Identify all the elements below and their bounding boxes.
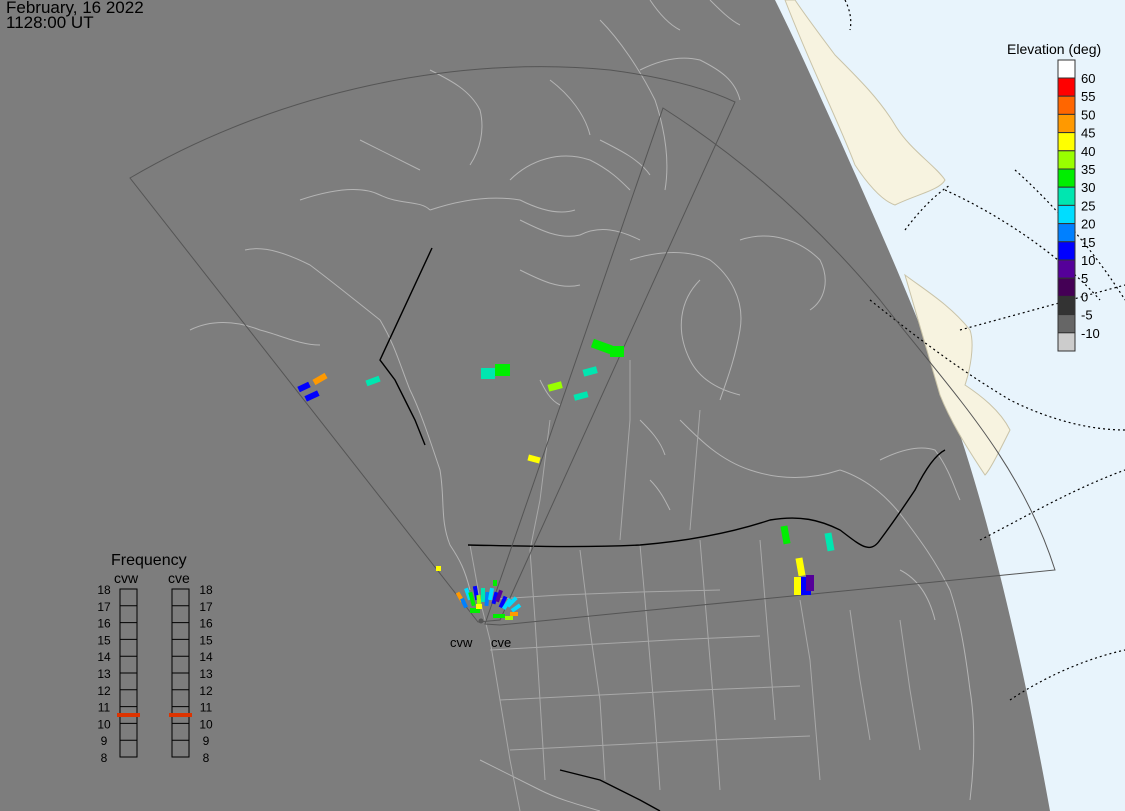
freq-tick-label-left: 12 <box>97 684 111 698</box>
echo-cell <box>312 372 328 386</box>
elevation-swatch <box>1057 150 1076 170</box>
elevation-swatch <box>1057 314 1076 334</box>
freq-tick-label-left: 16 <box>97 617 111 631</box>
elevation-tick-label: 55 <box>1081 89 1095 104</box>
elevation-tick-label: 40 <box>1081 144 1095 159</box>
frequency-legend-title: Frequency <box>111 552 187 569</box>
elevation-tick-label: 25 <box>1081 198 1095 213</box>
country-borders <box>379 247 946 811</box>
freq-marker-cvw <box>117 713 140 717</box>
radar-sites: cvw cve <box>450 618 511 650</box>
freq-tick-label-left: 11 <box>98 701 111 715</box>
freq-tick-label-right: 10 <box>199 717 213 731</box>
freq-tick-label-right: 16 <box>199 617 213 631</box>
elevation-tick-label: 45 <box>1081 126 1095 141</box>
echo-cell <box>824 532 835 552</box>
echo-cell <box>610 346 624 357</box>
elevation-tick-label: 0 <box>1081 289 1088 304</box>
echo-cell <box>794 577 801 595</box>
echo-cell <box>493 614 505 618</box>
elevation-swatch <box>1057 77 1076 97</box>
elevation-legend-title: Elevation (deg) <box>1007 41 1101 57</box>
freq-tick-label-left: 15 <box>97 633 111 647</box>
echo-cell <box>297 381 311 393</box>
echo-cell <box>481 368 495 379</box>
frequency-legend: Frequency cvw cve 18 18 17 17 16 16 15 15 14 14 13… <box>97 552 213 765</box>
elevation-tick-label: 35 <box>1081 162 1095 177</box>
radar-label-cve: cve <box>491 635 511 650</box>
echo-cell <box>582 366 598 377</box>
radar-site-cvw <box>478 618 484 624</box>
echo-cell <box>436 566 441 571</box>
state-borders <box>469 360 921 811</box>
freq-tick-label-right: 17 <box>199 600 213 614</box>
freq-tick-label-left: 18 <box>97 583 111 597</box>
elevation-swatch-top <box>1057 59 1076 79</box>
radar-label-cvw: cvw <box>450 635 473 650</box>
elevation-tick-label: 15 <box>1081 235 1095 250</box>
elevation-tick-label: 50 <box>1081 107 1095 122</box>
scatter-echoes <box>297 338 835 620</box>
freq-tick-label-left: 8 <box>101 751 108 765</box>
elevation-swatch <box>1057 132 1076 152</box>
echo-cell <box>527 454 541 464</box>
echo-cell <box>547 381 563 392</box>
fov-cvw <box>129 66 736 623</box>
elevation-swatch <box>1057 204 1076 225</box>
freq-tick-label-right: 8 <box>203 751 210 765</box>
freq-tick-label-right: 12 <box>199 684 213 698</box>
elevation-swatch <box>1057 168 1076 188</box>
elevation-swatch <box>1057 186 1076 206</box>
echo-cell <box>510 603 522 613</box>
elevation-swatch <box>1057 241 1076 261</box>
elevation-swatch <box>1057 295 1076 316</box>
echo-cell <box>510 612 518 616</box>
elevation-tick-label: -10 <box>1081 326 1100 341</box>
freq-tick-label-right: 11 <box>200 701 213 715</box>
freq-tick-label-left: 13 <box>97 667 111 681</box>
freq-tick-label-right: 9 <box>203 734 210 748</box>
freq-tick-label-right: 15 <box>199 633 213 647</box>
freq-tick-label-left: 10 <box>97 717 111 731</box>
echo-cell <box>493 580 497 586</box>
elevation-swatch <box>1057 259 1076 279</box>
freq-radar-label-cve: cve <box>168 570 190 586</box>
elevation-swatch <box>1057 223 1076 243</box>
echo-cell <box>476 604 482 609</box>
echo-cell <box>806 575 814 591</box>
elevation-swatch <box>1057 277 1076 297</box>
echo-cell <box>481 588 485 602</box>
freq-tick-label-right: 18 <box>199 583 213 597</box>
echo-cell <box>573 391 589 401</box>
echo-cell <box>495 364 510 376</box>
echo-cell <box>365 375 381 387</box>
elevation-tick-label: 60 <box>1081 71 1095 86</box>
echo-cell <box>795 557 806 577</box>
elevation-swatch <box>1057 95 1076 115</box>
time-label: 1128:00 UT <box>6 13 94 32</box>
elevation-tick-label: 30 <box>1081 180 1095 195</box>
freq-tick-label-right: 14 <box>199 650 213 664</box>
elevation-swatch <box>1057 332 1076 352</box>
echo-cell <box>505 616 513 620</box>
echo-cell <box>460 597 468 609</box>
radar-map: cvw cve Elevation (deg) 6055504540353025… <box>97 0 1125 811</box>
elevation-swatch <box>1057 113 1076 134</box>
freq-tick-label-left: 9 <box>101 734 108 748</box>
freq-tick-label-left: 17 <box>97 600 111 614</box>
echo-cell <box>304 390 320 402</box>
elevation-tick-label: -5 <box>1081 308 1093 323</box>
elevation-tick-label: 10 <box>1081 253 1095 268</box>
elevation-tick-label: 20 <box>1081 217 1095 232</box>
freq-radar-label-cvw: cvw <box>114 570 139 586</box>
freq-tick-label-right: 13 <box>199 667 213 681</box>
elevation-tick-label: 5 <box>1081 271 1088 286</box>
freq-marker-cve <box>169 713 192 717</box>
freq-tick-label-left: 14 <box>97 650 111 664</box>
echo-cell <box>780 525 791 545</box>
echo-cell <box>590 338 613 355</box>
